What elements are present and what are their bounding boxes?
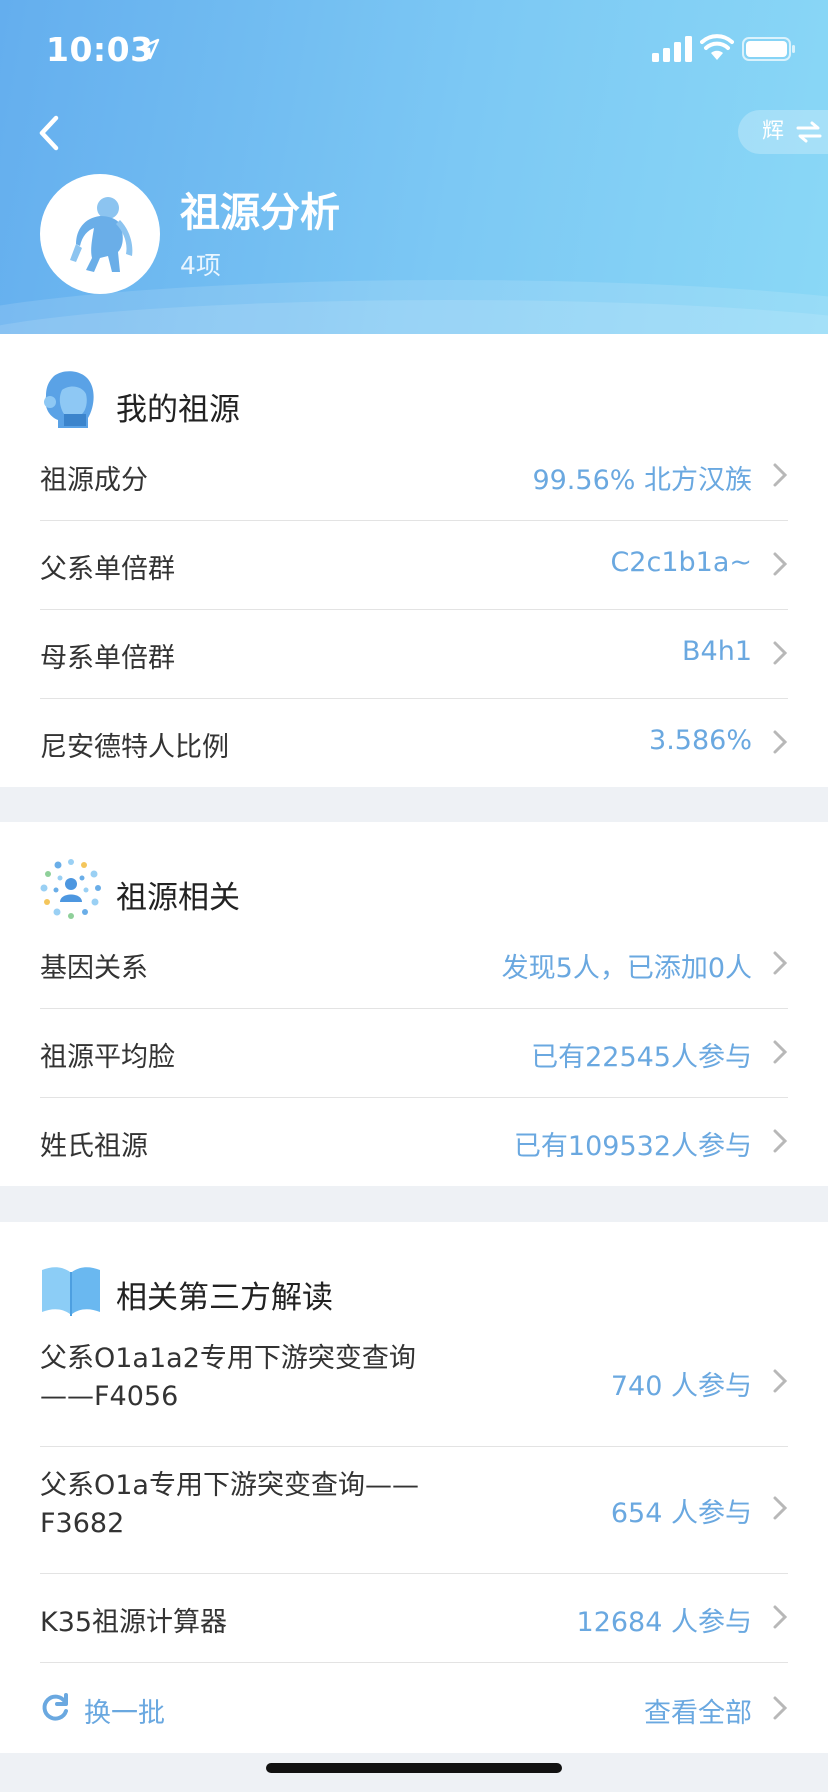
row-value: 99.56% 北方汉族 [532, 465, 752, 496]
list-row-surname-ancestry[interactable]: 姓氏祖源 已有109532人参与 [40, 1098, 788, 1186]
row-label: 父系单倍群 [40, 554, 175, 585]
list-row-third-party-f4056[interactable]: 父系O1a1a2专用下游突变查询 ——F4056 740 人参与 [40, 1320, 788, 1447]
row-label: 父系O1a1a2专用下游突变查询 ——F4056 [40, 1340, 460, 1416]
book-icon [42, 1267, 100, 1316]
row-label: 母系单倍群 [40, 643, 175, 674]
switch-profile-label: 辉 [762, 119, 785, 144]
switch-profile-button[interactable]: 辉 [738, 110, 828, 154]
swap-icon [796, 121, 822, 143]
chevron-right-icon [773, 552, 788, 576]
view-all-button[interactable]: 查看全部 [644, 1691, 752, 1730]
refresh-icon[interactable] [40, 1693, 70, 1723]
row-value: 已有22545人参与 [531, 1042, 752, 1073]
header: 10:03 辉 祖源分析 4项 [0, 0, 828, 334]
section-footer: 换一批 查看全部 [40, 1663, 788, 1753]
row-label: 父系O1a专用下游突变查询—— F3682 [40, 1467, 460, 1543]
section-header: 相关第三方解读 [0, 1222, 828, 1320]
ancestry-avatar [40, 174, 160, 294]
row-label: K35祖源计算器 [40, 1607, 228, 1638]
list-row-ancestry-composition[interactable]: 祖源成分 99.56% 北方汉族 [40, 432, 788, 521]
list-row-genetic-relationship[interactable]: 基因关系 发现5人，已添加0人 [40, 920, 788, 1009]
row-value: C2c1b1a~ [610, 547, 752, 578]
section-my-ancestry: 我的祖源 祖源成分 99.56% 北方汉族 父系单倍群 C2c1b1a~ 母系单… [0, 334, 828, 787]
face-icon [44, 371, 94, 428]
row-label-line: F3682 [40, 1508, 125, 1539]
row-label: 基因关系 [40, 953, 148, 984]
chevron-right-icon [773, 1605, 788, 1629]
list-row-average-face[interactable]: 祖源平均脸 已有22545人参与 [40, 1009, 788, 1098]
section-title: 我的祖源 [116, 392, 240, 428]
row-label-line: ——F4056 [40, 1381, 179, 1412]
status-bar: 10:03 [0, 0, 828, 100]
refresh-batch-button[interactable]: 换一批 [84, 1691, 165, 1730]
chevron-right-icon [773, 951, 788, 975]
chevron-right-icon [773, 1696, 788, 1720]
page-title: 祖源分析 [180, 190, 340, 236]
list-row-third-party-f3682[interactable]: 父系O1a专用下游突变查询—— F3682 654 人参与 [40, 1447, 788, 1574]
page-subtitle: 4项 [180, 251, 221, 280]
section-title: 祖源相关 [116, 880, 240, 916]
row-value: 已有109532人参与 [513, 1131, 752, 1162]
list-row-neanderthal-ratio[interactable]: 尼安德特人比例 3.586% [40, 699, 788, 787]
chevron-right-icon [773, 1129, 788, 1153]
row-label: 尼安德特人比例 [40, 732, 229, 763]
row-label-line: 父系O1a1a2专用下游突变查询 [40, 1343, 416, 1374]
cellular-signal-icon [652, 36, 692, 62]
row-value: 3.586% [649, 725, 752, 756]
section-title: 相关第三方解读 [116, 1280, 333, 1316]
chevron-right-icon [773, 1496, 788, 1520]
row-label-line: 父系O1a专用下游突变查询—— [40, 1470, 419, 1501]
back-icon[interactable] [32, 110, 68, 156]
list-row-maternal-haplogroup[interactable]: 母系单倍群 B4h1 [40, 610, 788, 699]
chevron-right-icon [773, 463, 788, 487]
chevron-right-icon [773, 1040, 788, 1064]
list-row-k35-calculator[interactable]: K35祖源计算器 12684 人参与 [40, 1574, 788, 1663]
chevron-right-icon [773, 730, 788, 754]
section-third-party: 相关第三方解读 父系O1a1a2专用下游突变查询 ——F4056 740 人参与 … [0, 1222, 828, 1753]
network-icon [40, 859, 101, 919]
section-header: 祖源相关 [0, 822, 828, 920]
chevron-right-icon [773, 641, 788, 665]
section-ancestry-related: 祖源相关 基因关系 发现5人，已添加0人 祖源平均脸 已有22545人参与 姓氏… [0, 822, 828, 1186]
list-row-paternal-haplogroup[interactable]: 父系单倍群 C2c1b1a~ [40, 521, 788, 610]
row-value: 654 人参与 [610, 1498, 752, 1529]
wifi-icon [700, 34, 734, 60]
battery-icon [742, 37, 795, 61]
location-arrow-icon [138, 38, 160, 60]
ape-icon [70, 197, 133, 272]
chevron-right-icon [773, 1369, 788, 1393]
row-value: 发现5人，已添加0人 [501, 953, 752, 984]
section-header: 我的祖源 [0, 334, 828, 432]
row-label: 祖源平均脸 [40, 1042, 175, 1073]
home-indicator[interactable] [266, 1763, 562, 1773]
row-value: B4h1 [682, 636, 752, 667]
row-label: 姓氏祖源 [40, 1131, 148, 1162]
row-value: 12684 人参与 [576, 1607, 752, 1638]
row-label: 祖源成分 [40, 465, 148, 496]
row-value: 740 人参与 [610, 1371, 752, 1402]
